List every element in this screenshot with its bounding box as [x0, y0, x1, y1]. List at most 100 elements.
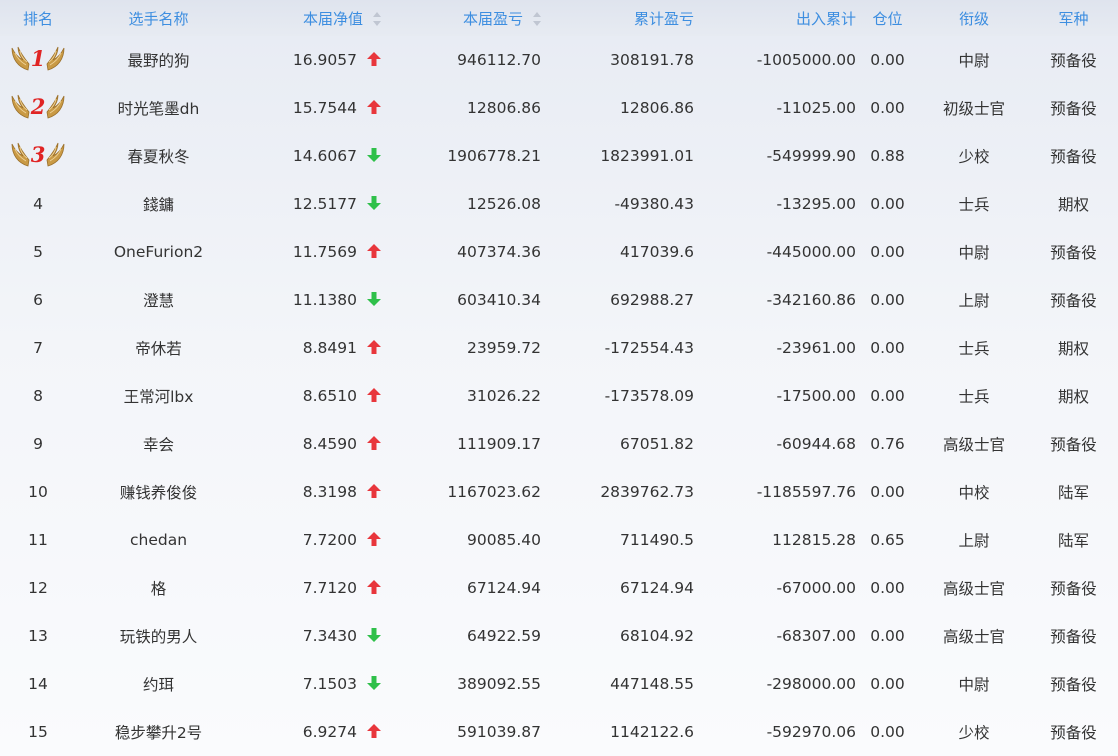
player-name[interactable]: 幸会	[84, 420, 241, 468]
cum-pnl-cell: 1823991.01	[600, 147, 694, 165]
title-cell: 中尉	[958, 676, 990, 694]
nav-cell: 7.7120	[241, 564, 389, 612]
cum-pnl-cell: 2839762.73	[600, 483, 694, 501]
nav-value: 12.5177	[292, 195, 357, 213]
table-row[interactable]: 6 澄慧 11.1380 603410.34 692988.27 -342160…	[0, 276, 1118, 324]
table-row[interactable]: 12 格 7.7120 67124.94 67124.94 -67000.00 …	[0, 564, 1118, 612]
position-cell: 0.00	[870, 675, 905, 693]
rank-medal: 2	[10, 93, 67, 119]
col-position-header[interactable]: 仓位	[864, 0, 919, 36]
player-name[interactable]: 玩铁的男人	[84, 612, 241, 660]
cum-pnl-cell: 12806.86	[620, 99, 694, 117]
title-cell: 中尉	[958, 52, 990, 70]
trend-up-icon	[357, 51, 381, 69]
rank-number: 14	[28, 675, 48, 693]
flow-cell: -592970.06	[766, 723, 856, 741]
player-name[interactable]: 稳步攀升2号	[84, 708, 241, 756]
col-cum-pnl-header[interactable]: 累计盈亏	[549, 0, 702, 36]
flow-cell: -67000.00	[776, 579, 856, 597]
col-nav-header[interactable]: 本届净值	[241, 0, 389, 36]
cum-pnl-cell: 447148.55	[610, 675, 694, 693]
rank-medal: 1	[10, 45, 67, 71]
trend-down-icon	[357, 195, 381, 213]
pnl-cell: 64922.59	[467, 627, 541, 645]
nav-cell: 8.6510	[241, 372, 389, 420]
position-cell: 0.00	[870, 339, 905, 357]
position-cell: 0.00	[870, 243, 905, 261]
table-row[interactable]: 14 约珥 7.1503 389092.55 447148.55 -298000…	[0, 660, 1118, 708]
table-row[interactable]: 3 春夏秋冬 14.6067 1906778.21 1823991.01 -54…	[0, 132, 1118, 180]
player-name[interactable]: 格	[84, 564, 241, 612]
col-name-header[interactable]: 选手名称	[84, 0, 241, 36]
player-name[interactable]: 时光笔墨dh	[84, 84, 241, 132]
table-row[interactable]: 1 最野的狗 16.9057 946112.70 308191.78 -1005…	[0, 36, 1118, 84]
nav-value: 8.8491	[302, 339, 357, 357]
table-row[interactable]: 13 玩铁的男人 7.3430 64922.59 68104.92 -68307…	[0, 612, 1118, 660]
nav-value: 11.7569	[292, 243, 357, 261]
player-name[interactable]: 王常河lbx	[84, 372, 241, 420]
nav-value: 8.4590	[302, 435, 357, 453]
title-cell: 士兵	[958, 196, 990, 214]
rank-cell: 9	[0, 420, 84, 468]
wing-right-icon	[46, 45, 66, 71]
player-name[interactable]: 赚钱养俊俊	[84, 468, 241, 516]
position-cell: 0.00	[870, 627, 905, 645]
table-row[interactable]: 5 OneFurion2 11.7569 407374.36 417039.6 …	[0, 228, 1118, 276]
col-rank-header[interactable]: 排名	[0, 0, 84, 36]
col-flow-header[interactable]: 出入累计	[702, 0, 864, 36]
flow-cell: -445000.00	[766, 243, 856, 261]
player-name[interactable]: 春夏秋冬	[84, 132, 241, 180]
player-name[interactable]: chedan	[84, 516, 241, 564]
position-cell: 0.00	[870, 483, 905, 501]
rank-cell: 6	[0, 276, 84, 324]
nav-cell: 7.3430	[241, 612, 389, 660]
title-cell: 高级士官	[942, 628, 1005, 646]
player-name[interactable]: 最野的狗	[84, 36, 241, 84]
pnl-cell: 1906778.21	[447, 147, 541, 165]
rank-number: 12	[28, 579, 48, 597]
rank-number: 11	[28, 531, 48, 549]
player-name[interactable]: 帝休若	[84, 324, 241, 372]
rank-cell: 13	[0, 612, 84, 660]
position-cell: 0.76	[870, 435, 905, 453]
table-row[interactable]: 11 chedan 7.7200 90085.40 711490.5 11281…	[0, 516, 1118, 564]
cum-pnl-cell: 68104.92	[620, 627, 694, 645]
player-name[interactable]: 约珥	[84, 660, 241, 708]
branch-cell: 预备役	[1050, 628, 1097, 646]
position-cell: 0.00	[870, 579, 905, 597]
branch-cell: 预备役	[1050, 244, 1097, 262]
wing-right-icon	[46, 93, 66, 119]
pnl-cell: 23959.72	[467, 339, 541, 357]
wing-left-icon	[10, 93, 30, 119]
col-pnl-header[interactable]: 本届盈亏	[389, 0, 549, 36]
table-row[interactable]: 15 稳步攀升2号 6.9274 591039.87 1142122.6 -59…	[0, 708, 1118, 756]
col-branch-header[interactable]: 军种	[1037, 0, 1118, 36]
table-row[interactable]: 9 幸会 8.4590 111909.17 67051.82 -60944.68…	[0, 420, 1118, 468]
table-row[interactable]: 7 帝休若 8.8491 23959.72 -172554.43 -23961.…	[0, 324, 1118, 372]
player-name[interactable]: 錢鏞	[84, 180, 241, 228]
trend-down-icon	[357, 627, 381, 645]
player-name[interactable]: 澄慧	[84, 276, 241, 324]
title-cell: 上尉	[958, 532, 990, 550]
col-title-header[interactable]: 衔级	[919, 0, 1037, 36]
cum-pnl-cell: 1142122.6	[610, 723, 694, 741]
trend-down-icon	[357, 147, 381, 165]
nav-cell: 15.7544	[241, 84, 389, 132]
sort-icon[interactable]	[373, 12, 381, 26]
table-row[interactable]: 10 赚钱养俊俊 8.3198 1167023.62 2839762.73 -1…	[0, 468, 1118, 516]
cum-pnl-cell: 692988.27	[610, 291, 694, 309]
table-body: 1 最野的狗 16.9057 946112.70 308191.78 -1005…	[0, 36, 1118, 756]
branch-cell: 陆军	[1057, 484, 1089, 502]
table-row[interactable]: 4 錢鏞 12.5177 12526.08 -49380.43 -13295.0…	[0, 180, 1118, 228]
nav-value: 14.6067	[292, 147, 357, 165]
rank-number: 8	[33, 387, 43, 405]
table-row[interactable]: 2 时光笔墨dh 15.7544 12806.86 12806.86 -1102…	[0, 84, 1118, 132]
nav-cell: 7.7200	[241, 516, 389, 564]
sort-icon[interactable]	[533, 12, 541, 26]
flow-cell: -11025.00	[776, 99, 856, 117]
player-name[interactable]: OneFurion2	[84, 228, 241, 276]
table-row[interactable]: 8 王常河lbx 8.6510 31026.22 -173578.09 -175…	[0, 372, 1118, 420]
rank-cell: 15	[0, 708, 84, 756]
cum-pnl-cell: 711490.5	[620, 531, 694, 549]
rank-cell: 4	[0, 180, 84, 228]
